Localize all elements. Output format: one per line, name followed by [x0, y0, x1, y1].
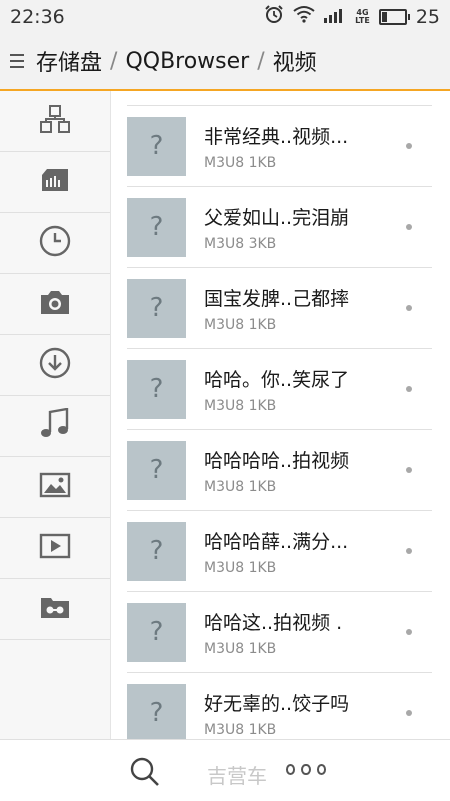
file-row[interactable]: ? 哈哈哈哈..拍视频 M3U8 1KB	[127, 430, 432, 511]
file-meta: M3U8 1KB	[204, 559, 277, 576]
file-thumbnail: ?	[127, 602, 186, 662]
video-icon	[39, 533, 71, 563]
breadcrumb-separator: /	[257, 48, 265, 74]
clock-icon	[39, 225, 71, 261]
file-row[interactable]: ? 好无辜的..饺子吗 M3U8 1KB	[127, 673, 432, 739]
camera-icon	[39, 288, 71, 320]
file-list: ? 非常经典..视频... M3U8 1KB? 父爱如山..完泪崩 M3U8 3KB? 国…	[111, 91, 450, 739]
file-info: 哈哈。你..笑尿了 M3U8 1KB	[204, 365, 349, 414]
breadcrumb-separator: /	[110, 48, 118, 74]
file-name: 国宝发脾..己都摔	[204, 287, 350, 310]
breadcrumb-storage[interactable]: 存储盘	[36, 45, 102, 77]
file-name: 哈哈。你..笑尿了	[204, 368, 350, 391]
sidebar-item-downloads[interactable]	[0, 335, 110, 396]
select-dot-icon[interactable]	[406, 224, 412, 230]
more-icon	[286, 763, 296, 775]
file-meta: M3U8 1KB	[204, 640, 277, 657]
file-thumbnail: ?	[127, 521, 186, 581]
search-icon	[129, 757, 161, 792]
select-dot-icon[interactable]	[406, 548, 412, 554]
file-meta: M3U8 1KB	[204, 478, 277, 495]
select-dot-icon[interactable]	[406, 386, 412, 392]
category-icon	[39, 104, 71, 138]
select-dot-icon[interactable]	[406, 305, 412, 311]
file-row[interactable]: ? 哈哈。你..笑尿了 M3U8 1KB	[127, 349, 432, 430]
file-name: 哈哈哈薛..满分...	[204, 530, 349, 553]
select-dot-icon[interactable]	[406, 710, 412, 716]
file-info: 国宝发脾..己都摔 M3U8 1KB	[204, 284, 349, 333]
sd-card-icon	[40, 167, 70, 197]
file-thumbnail: ?	[127, 278, 186, 338]
menu-icon[interactable]	[10, 54, 24, 68]
battery-icon	[378, 8, 410, 25]
sidebar-item-category[interactable]	[0, 91, 110, 152]
unknown-file-icon: ?	[149, 455, 164, 485]
file-meta: M3U8 1KB	[204, 316, 277, 333]
file-meta: M3U8 3KB	[204, 235, 277, 252]
file-meta: M3U8 1KB	[204, 154, 277, 171]
status-icons: 4G LTE 25	[264, 4, 440, 29]
file-row[interactable]: ? 非常经典..视频... M3U8 1KB	[127, 106, 432, 187]
category-sidebar	[0, 91, 111, 739]
unknown-file-icon: ?	[149, 374, 164, 404]
bottom-toolbar: 吉营车	[0, 739, 450, 801]
sidebar-item-videos[interactable]	[0, 518, 110, 579]
file-thumbnail: ?	[127, 359, 186, 419]
file-info: 哈哈哈哈..拍视频 M3U8 1KB	[204, 446, 349, 495]
sidebar-item-camera[interactable]	[0, 274, 110, 335]
file-info: 哈哈哈薛..满分... M3U8 1KB	[204, 527, 348, 576]
background-ghost-text: 吉营车	[207, 764, 267, 788]
file-name: 哈哈这..拍视频 .	[204, 611, 343, 634]
unknown-file-icon: ?	[149, 212, 164, 242]
image-icon	[39, 472, 71, 502]
file-name: 父爱如山..完泪崩	[204, 206, 350, 229]
file-info: 好无辜的..饺子吗 M3U8 1KB	[204, 689, 349, 738]
file-thumbnail: ?	[127, 197, 186, 257]
more-button[interactable]	[286, 762, 326, 776]
file-meta: M3U8 1KB	[204, 397, 277, 414]
file-thumbnail: ?	[127, 440, 186, 500]
status-time: 22:36	[10, 5, 65, 28]
file-info: 父爱如山..完泪崩 M3U8 3KB	[204, 203, 349, 252]
sidebar-item-sd-card[interactable]	[0, 152, 110, 213]
sidebar-item-images[interactable]	[0, 457, 110, 518]
file-name: 哈哈哈哈..拍视频	[204, 449, 350, 472]
unknown-file-icon: ?	[149, 536, 164, 566]
breadcrumb: 存储盘 / QQBrowser / 视频	[0, 33, 450, 91]
file-info: 哈哈这..拍视频 . M3U8 1KB	[204, 608, 342, 657]
file-thumbnail: ?	[127, 116, 186, 176]
sidebar-item-vr[interactable]	[0, 579, 110, 640]
select-dot-icon[interactable]	[406, 467, 412, 473]
alarm-icon	[264, 4, 284, 29]
sidebar-item-recent[interactable]	[0, 213, 110, 274]
network-type: 4G LTE	[355, 7, 370, 25]
unknown-file-icon: ?	[149, 131, 164, 161]
file-row[interactable]: ? 哈哈这..拍视频 . M3U8 1KB	[127, 592, 432, 673]
wifi-icon	[293, 5, 315, 28]
select-dot-icon[interactable]	[406, 629, 412, 635]
select-dot-icon[interactable]	[406, 143, 412, 149]
file-row[interactable]: ? 哈哈哈薛..满分... M3U8 1KB	[127, 511, 432, 592]
sidebar-item-music[interactable]	[0, 396, 110, 457]
list-item	[127, 91, 432, 106]
status-bar: 22:36 4G LTE 25	[0, 0, 450, 33]
unknown-file-icon: ?	[149, 293, 164, 323]
breadcrumb-qqbrowser[interactable]: QQBrowser	[125, 49, 249, 74]
vr-folder-icon	[39, 594, 71, 624]
breadcrumb-video[interactable]: 视频	[273, 45, 317, 77]
file-row[interactable]: ? 国宝发脾..己都摔 M3U8 1KB	[127, 268, 432, 349]
signal-icon	[324, 6, 346, 28]
search-button[interactable]	[129, 756, 161, 788]
battery-percent: 25	[415, 5, 440, 28]
file-info: 非常经典..视频... M3U8 1KB	[204, 122, 348, 171]
unknown-file-icon: ?	[149, 698, 164, 728]
file-row[interactable]: ? 父爱如山..完泪崩 M3U8 3KB	[127, 187, 432, 268]
file-name: 好无辜的..饺子吗	[204, 692, 350, 715]
file-name: 非常经典..视频...	[204, 125, 349, 148]
file-meta: M3U8 1KB	[204, 721, 277, 738]
music-icon	[40, 407, 70, 444]
file-thumbnail: ?	[127, 683, 186, 739]
download-icon	[39, 347, 71, 383]
unknown-file-icon: ?	[149, 617, 164, 647]
